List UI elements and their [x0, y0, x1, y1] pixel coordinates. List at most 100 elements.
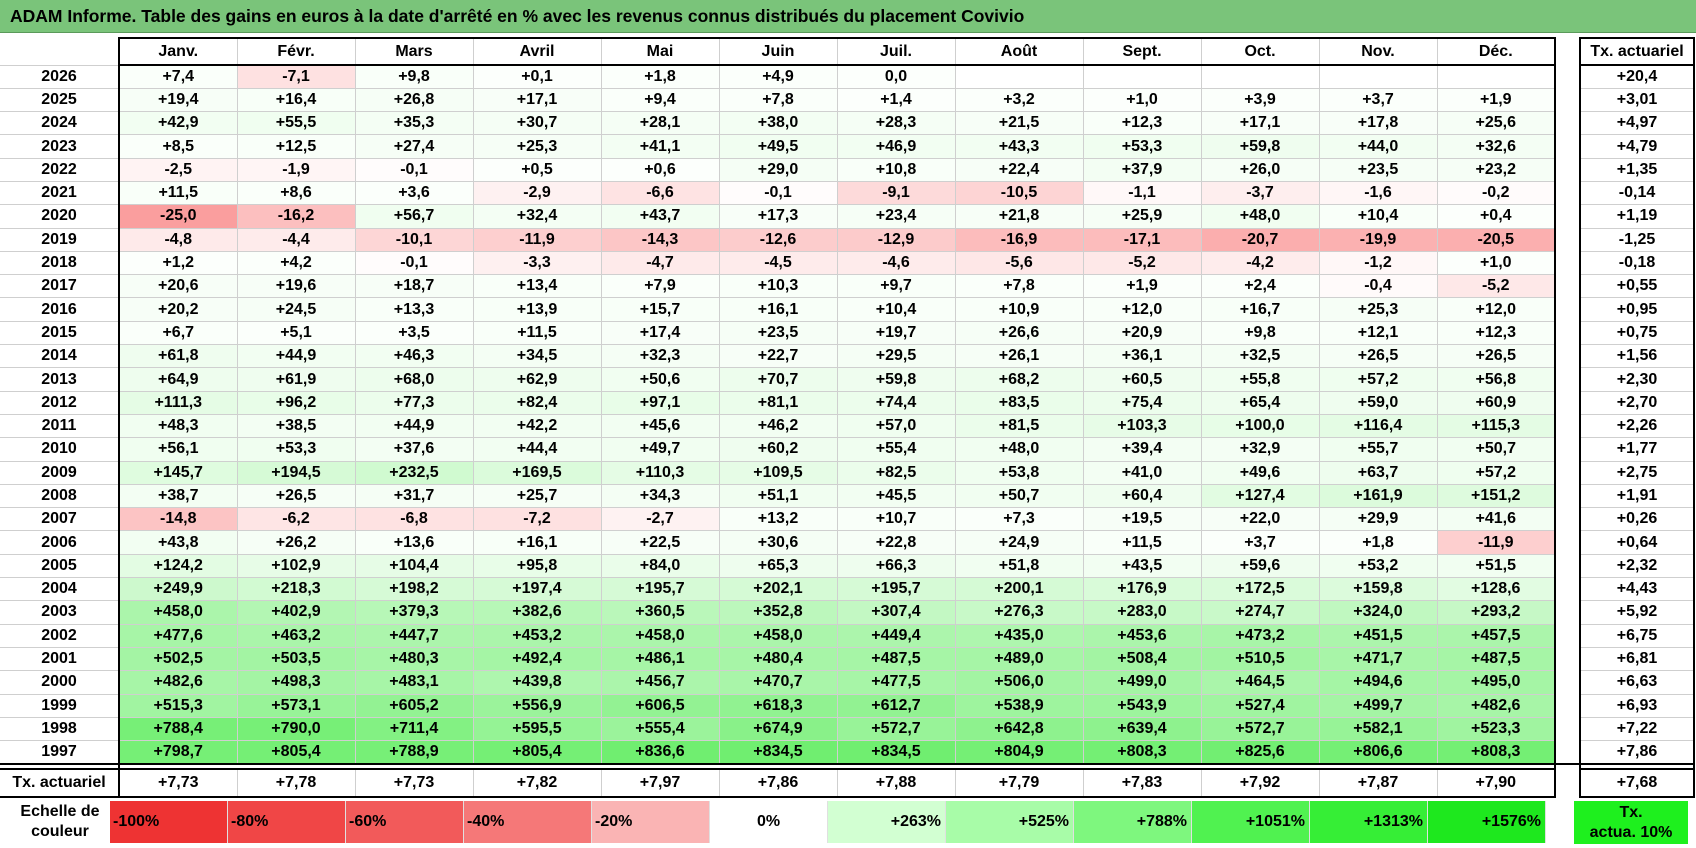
value-cell: +32,4 — [472, 204, 602, 229]
value-cell: +75,4 — [1082, 390, 1202, 415]
value-cell: +26,6 — [954, 320, 1084, 346]
value-cell: +307,4 — [836, 600, 956, 625]
gains-table: Janv. Févr. Mars Avril Mai Juin Juil. Août Sept.… — [0, 37, 1695, 798]
value-cell: +447,7 — [354, 623, 474, 648]
value-cell: -7,1 — [236, 64, 356, 89]
footer-value-cell: +7,73 — [354, 767, 474, 798]
value-cell: +13,2 — [718, 507, 838, 532]
table-row: 2001 +502,5 +503,5 +480,3 +492,4 +486,1 +480,4… — [0, 646, 1695, 672]
legend-cell: -100% — [110, 801, 228, 843]
year-cell: 1998 — [0, 716, 120, 742]
value-cell: +29,0 — [718, 157, 838, 182]
value-cell: +194,5 — [236, 460, 356, 485]
value-cell: +3,7 — [1318, 87, 1438, 113]
value-cell: +606,5 — [600, 693, 720, 718]
footer-value-cell: +7,87 — [1318, 767, 1438, 798]
value-cell: +32,5 — [1200, 344, 1320, 369]
value-cell: +808,3 — [1082, 740, 1202, 765]
value-cell: -10,5 — [954, 180, 1084, 206]
table-row: 2018 +1,2 +4,2 -0,1 -3,3 -4,7 -4,5 -4,6 -5,6 -5,2… — [0, 250, 1695, 276]
value-cell: +60,5 — [1082, 367, 1202, 392]
value-cell: +0,1 — [472, 64, 602, 89]
value-cell: +74,4 — [836, 390, 956, 415]
column-gap — [1554, 670, 1580, 695]
rate-cell: +1,91 — [1579, 483, 1695, 509]
year-cell: 2025 — [0, 87, 120, 113]
value-cell: +50,7 — [954, 483, 1084, 509]
value-cell: +56,7 — [354, 204, 474, 229]
table-row: 2015 +6,7 +5,1 +3,5 +11,5 +17,4 +23,5 +19,7 +26,… — [0, 320, 1695, 346]
legend-cell: -80% — [228, 801, 346, 843]
value-cell: -2,9 — [472, 180, 602, 206]
value-cell: +12,1 — [1318, 320, 1438, 346]
value-cell: -0,1 — [354, 157, 474, 182]
value-cell: +31,7 — [354, 483, 474, 509]
column-gap — [1554, 437, 1580, 462]
value-cell: +26,5 — [236, 483, 356, 509]
year-cell: 2018 — [0, 250, 120, 276]
value-cell: +81,1 — [718, 390, 838, 415]
value-cell: +59,8 — [1200, 134, 1320, 159]
value-cell: +16,1 — [472, 530, 602, 555]
table-row: 2025 +19,4 +16,4 +26,8 +17,1 +9,4 +7,8 +1,4 +3,2… — [0, 87, 1695, 113]
value-cell: +605,2 — [354, 693, 474, 718]
value-cell: +16,4 — [236, 87, 356, 113]
column-gap — [1554, 647, 1580, 671]
column-gap — [1554, 484, 1580, 508]
value-cell: +293,2 — [1436, 600, 1556, 625]
value-cell: +498,3 — [236, 670, 356, 695]
value-cell: +50,6 — [600, 367, 720, 392]
value-cell: +128,6 — [1436, 577, 1556, 602]
rate-cell: +2,75 — [1579, 460, 1695, 485]
value-cell: +21,5 — [954, 111, 1084, 136]
value-cell: -3,3 — [472, 250, 602, 276]
table-row: 2009 +145,7 +194,5 +232,5 +169,5 +110,3 +109,5… — [0, 460, 1695, 485]
value-cell: +7,8 — [718, 87, 838, 113]
year-cell: 2019 — [0, 227, 120, 252]
table-row: 1997 +798,7 +805,4 +788,9 +805,4 +836,6 +834,5… — [0, 740, 1695, 765]
year-cell: 2020 — [0, 204, 120, 229]
value-cell: +200,1 — [954, 577, 1084, 602]
value-cell: +26,5 — [1436, 344, 1556, 369]
rate-cell: +2,30 — [1579, 367, 1695, 392]
legend-cell: -40% — [464, 801, 592, 843]
value-cell: -4,6 — [836, 250, 956, 276]
value-cell: +13,6 — [354, 530, 474, 555]
value-cell: +572,7 — [1200, 716, 1320, 742]
value-cell: -11,9 — [472, 227, 602, 252]
value-cell: +22,8 — [836, 530, 956, 555]
value-cell: +382,6 — [472, 600, 602, 625]
year-cell: 2007 — [0, 507, 120, 532]
column-gap — [1554, 321, 1580, 345]
value-cell: -2,7 — [600, 507, 720, 532]
value-cell: +20,9 — [1082, 320, 1202, 346]
value-cell: -0,1 — [354, 250, 474, 276]
value-cell: -11,9 — [1436, 530, 1556, 555]
value-cell: +57,2 — [1436, 460, 1556, 485]
value-cell: +22,7 — [718, 344, 838, 369]
value-cell: +51,1 — [718, 483, 838, 509]
value-cell: +41,6 — [1436, 507, 1556, 532]
value-cell: +26,5 — [1318, 344, 1438, 369]
value-cell: +486,1 — [600, 646, 720, 672]
column-gap — [1554, 38, 1580, 65]
value-cell: +456,7 — [600, 670, 720, 695]
value-cell: +324,0 — [1318, 600, 1438, 625]
year-cell: 2015 — [0, 320, 120, 346]
value-cell: +65,4 — [1200, 390, 1320, 415]
rate-cell: +3,01 — [1579, 87, 1695, 113]
value-cell: +453,6 — [1082, 623, 1202, 648]
year-cell: 2005 — [0, 553, 120, 579]
year-cell: 2000 — [0, 670, 120, 695]
value-cell: -4,7 — [600, 250, 720, 276]
value-cell: +249,9 — [118, 577, 238, 602]
value-cell: +62,9 — [472, 367, 602, 392]
value-cell: +1,0 — [1082, 87, 1202, 113]
value-cell: +23,4 — [836, 204, 956, 229]
value-cell: +159,8 — [1318, 577, 1438, 602]
legend-cell: -60% — [346, 801, 464, 843]
month-header: Déc. — [1436, 37, 1556, 66]
value-cell: +84,0 — [600, 553, 720, 579]
value-cell: +13,4 — [472, 274, 602, 299]
value-cell: +41,0 — [1082, 460, 1202, 485]
